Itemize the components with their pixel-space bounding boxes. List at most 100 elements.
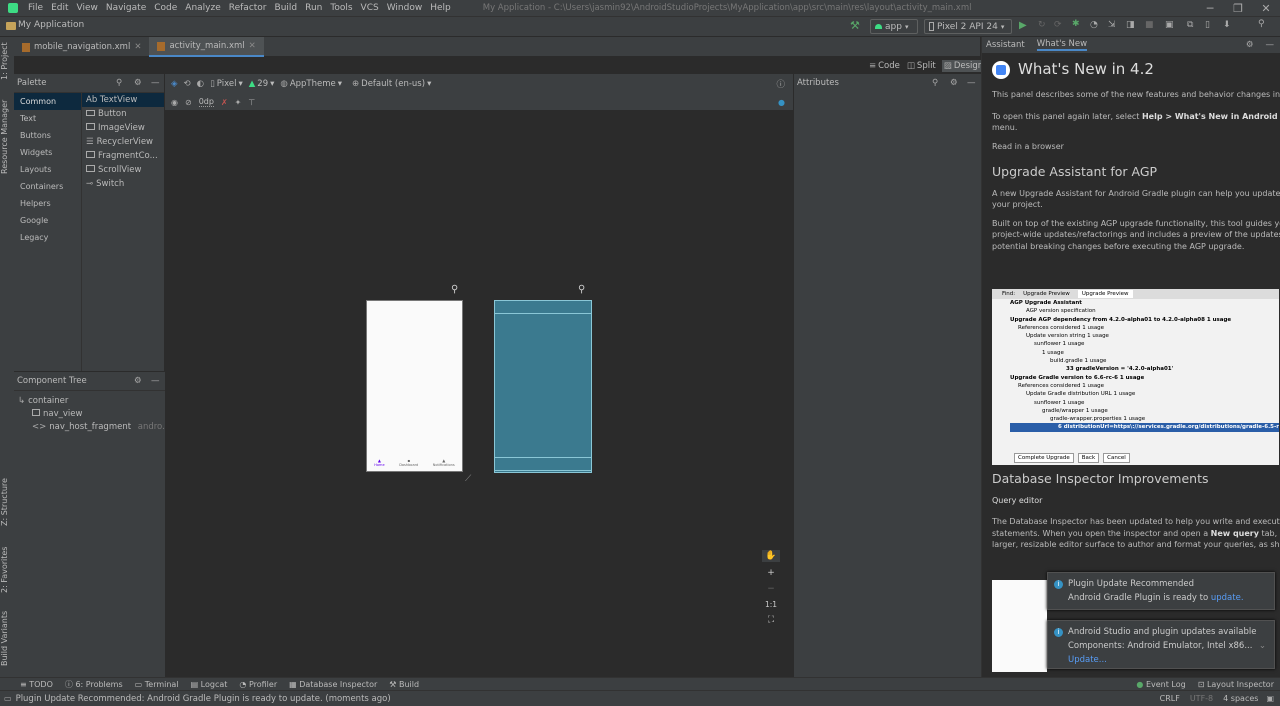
run-config-select[interactable]: app ▾ xyxy=(870,19,918,34)
tool-tab-event-log[interactable]: ● Event Log xyxy=(1130,680,1191,689)
line-separator[interactable]: CRLF xyxy=(1160,694,1180,703)
palette-category-buttons[interactable]: Buttons xyxy=(14,127,81,144)
theme-dropdown[interactable]: ◍ AppTheme ▾ xyxy=(280,79,342,89)
palette-category-widgets[interactable]: Widgets xyxy=(14,144,81,161)
minimize-icon[interactable]: ─ xyxy=(1196,2,1224,15)
pin-icon[interactable]: ⚲ xyxy=(451,284,458,295)
avd-manager-icon[interactable]: ▯ xyxy=(1205,20,1210,30)
sidebar-tab-build-variants[interactable]: Build Variants xyxy=(0,607,14,669)
zoom-actual-size[interactable]: 1:1 xyxy=(765,600,777,609)
chevron-down-icon[interactable]: ⌄ xyxy=(1259,641,1266,651)
design-phone-preview[interactable]: ▲ Home ▪ Dashboard ▲ Notifications xyxy=(366,300,463,472)
palette-category-containers[interactable]: Containers xyxy=(14,178,81,195)
orientation-icon[interactable]: ⟲ xyxy=(184,79,191,89)
menu-analyze[interactable]: Analyze xyxy=(181,0,224,16)
design-canvas[interactable]: ⚲ ⚲ ▲ Home ▪ Dashboard ▲ Notifications ⟋ ✋ … xyxy=(165,112,793,659)
palette-item-scrollview[interactable]: ScrollView xyxy=(82,163,164,177)
status-message[interactable]: Plugin Update Recommended: Android Gradl… xyxy=(16,694,391,704)
debug-icon[interactable]: ✱ xyxy=(1072,19,1080,29)
tab-activity-main[interactable]: activity_main.xml ✕ xyxy=(149,36,264,57)
menu-navigate[interactable]: Navigate xyxy=(102,0,150,16)
zoom-fit-icon[interactable]: ⛶ xyxy=(768,615,774,625)
sidebar-tab-structure[interactable]: Z: Structure xyxy=(0,477,14,527)
tab-mobile-navigation[interactable]: mobile_navigation.xml ✕ xyxy=(14,37,149,57)
tool-tab-problems[interactable]: ⓘ 6: Problems xyxy=(59,679,129,690)
project-structure-icon[interactable]: ▣ xyxy=(1165,20,1174,30)
gear-icon[interactable]: ⚙ xyxy=(134,372,142,391)
device-select[interactable]: Pixel 2 API 24 ▾ xyxy=(924,19,1012,34)
default-margin[interactable]: 0dp xyxy=(198,97,214,107)
sidebar-tab-favorites[interactable]: 2: Favorites xyxy=(0,542,14,597)
project-name[interactable]: My Application xyxy=(18,20,84,30)
sync-icon[interactable]: ⧉ xyxy=(1187,20,1193,30)
tab-assistant[interactable]: Assistant xyxy=(986,40,1025,50)
gear-icon[interactable]: ⚙ xyxy=(950,74,958,93)
tool-tab-terminal[interactable]: ▭ Terminal xyxy=(129,680,185,689)
run-icon[interactable]: ▶ xyxy=(1019,20,1027,31)
coverage-icon[interactable]: ◨ xyxy=(1126,20,1135,30)
device-dropdown[interactable]: ▯ Pixel ▾ xyxy=(210,79,243,89)
palette-item-recyclerview[interactable]: ☰ RecyclerView xyxy=(82,135,164,149)
code-mode-button[interactable]: Code xyxy=(878,61,900,71)
design-mode-button-wrap[interactable]: ▨ Design xyxy=(941,59,986,72)
palette-category-text[interactable]: Text xyxy=(14,110,81,127)
palette-category-legacy[interactable]: Legacy xyxy=(14,229,81,246)
search-icon[interactable]: ⚲ xyxy=(116,74,122,93)
tool-tab-build[interactable]: ⚒ Build xyxy=(383,680,425,689)
layers-icon[interactable]: ◈ xyxy=(171,79,178,89)
maximize-icon[interactable]: ❐ xyxy=(1224,2,1252,15)
nav-home[interactable]: ▲ Home xyxy=(374,458,384,471)
palette-category-common[interactable]: Common xyxy=(14,93,81,110)
search-icon[interactable]: ⚲ xyxy=(932,74,938,93)
blueprint-preview[interactable] xyxy=(494,300,592,473)
palette-category-google[interactable]: Google xyxy=(14,212,81,229)
menu-refactor[interactable]: Refactor xyxy=(225,0,271,16)
close-icon[interactable]: ✕ xyxy=(1252,2,1280,15)
autoconnect-icon[interactable]: ⊘ xyxy=(185,98,192,107)
palette-category-layouts[interactable]: Layouts xyxy=(14,161,81,178)
resize-handle-icon[interactable]: ⟋ xyxy=(465,474,471,484)
menu-help[interactable]: Help xyxy=(426,0,455,16)
close-icon[interactable]: ✕ xyxy=(249,36,256,56)
zoom-in-icon[interactable]: + xyxy=(767,568,775,578)
minimize-icon[interactable]: — xyxy=(151,74,160,93)
sidebar-tab-resource-manager[interactable]: Resource Manager xyxy=(0,97,14,177)
pan-icon[interactable]: ✋ xyxy=(762,550,780,562)
tool-tab-logcat[interactable]: ▤ Logcat xyxy=(185,680,234,689)
menu-run[interactable]: Run xyxy=(301,0,326,16)
read-in-browser-link[interactable]: Read in a browser xyxy=(992,141,1270,153)
update-link[interactable]: update. xyxy=(1211,593,1244,603)
minimize-icon[interactable]: — xyxy=(1266,40,1275,50)
palette-item-button[interactable]: Button xyxy=(82,107,164,121)
palette-category-helpers[interactable]: Helpers xyxy=(14,195,81,212)
sdk-manager-icon[interactable]: ⬇ xyxy=(1223,20,1231,30)
tree-item-container[interactable]: ↳ container xyxy=(14,395,165,408)
help-icon[interactable]: ● xyxy=(778,98,785,107)
tool-tab-layout-inspector[interactable]: ⊡ Layout Inspector xyxy=(1192,680,1280,689)
warning-icon[interactable]: ⓘ xyxy=(776,78,785,90)
notification-studio-updates[interactable]: i Android Studio and plugin updates avai… xyxy=(1047,620,1275,669)
hammer-icon[interactable]: ⚒ xyxy=(850,19,860,32)
night-mode-icon[interactable]: ◐ xyxy=(197,79,204,89)
file-encoding[interactable]: UTF-8 xyxy=(1190,694,1213,703)
menu-vcs[interactable]: VCS xyxy=(357,0,383,16)
notification-plugin-update[interactable]: i Plugin Update Recommended Android Grad… xyxy=(1047,572,1275,610)
tool-tab-profiler[interactable]: ◔ Profiler xyxy=(233,680,283,689)
clear-constraints-icon[interactable]: ✗ xyxy=(221,98,228,107)
api-dropdown[interactable]: ▲ 29 ▾ xyxy=(249,79,275,89)
palette-item-textview[interactable]: Ab TextView xyxy=(82,93,164,107)
status-layout-icon[interactable]: ▭ xyxy=(4,694,12,703)
gear-icon[interactable]: ⚙ xyxy=(1246,40,1254,50)
menu-build[interactable]: Build xyxy=(271,0,302,16)
guidelines-icon[interactable]: ⊤ xyxy=(248,98,255,107)
minimize-icon[interactable]: — xyxy=(151,372,160,391)
tool-tab-database-inspector[interactable]: ▦ Database Inspector xyxy=(283,680,383,689)
tool-tab-todo[interactable]: ≡ TODO xyxy=(14,680,59,689)
tree-item-nav-view[interactable]: nav_view xyxy=(14,408,165,421)
profile-icon[interactable]: ◔ xyxy=(1090,20,1098,30)
search-icon[interactable]: ⚲ xyxy=(1258,19,1265,29)
stop-icon[interactable]: ■ xyxy=(1145,20,1154,30)
nav-dashboard[interactable]: ▪ Dashboard xyxy=(399,458,418,471)
menu-window[interactable]: Window xyxy=(383,0,427,16)
palette-item-fragmentcontainer[interactable]: FragmentCo... xyxy=(82,149,164,163)
